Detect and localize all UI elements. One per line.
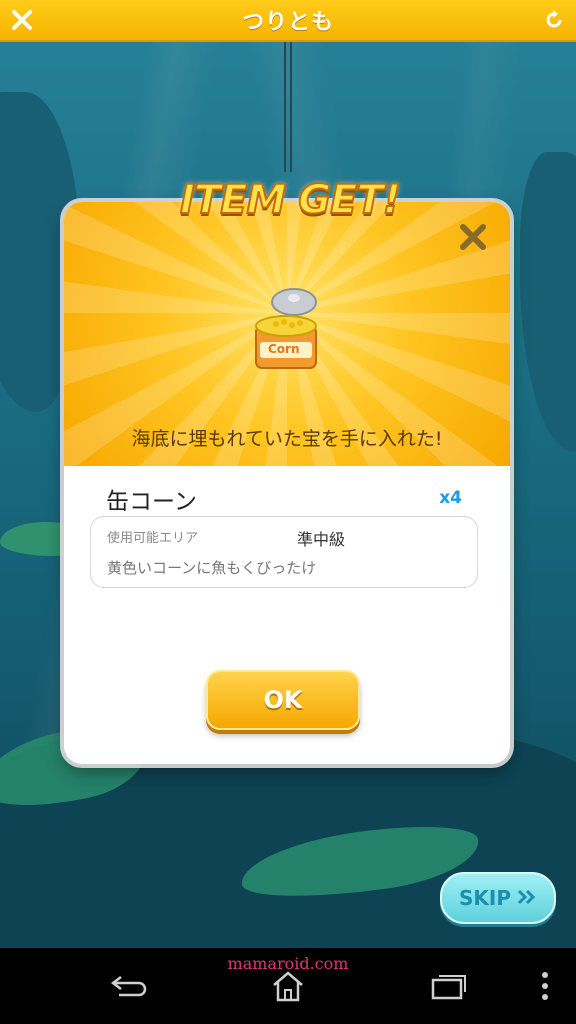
skip-button[interactable]: SKIP — [440, 872, 556, 924]
item-get-banner: ITEM GET! — [179, 176, 402, 224]
double-chevron-icon — [517, 886, 537, 910]
ok-button[interactable]: OK — [206, 670, 360, 730]
item-quantity: x4 — [439, 488, 462, 508]
skip-label: SKIP — [458, 886, 511, 910]
area-value: 準中級 — [297, 530, 346, 549]
app-title: つりとも — [241, 10, 334, 35]
canned-corn-icon: Corn — [250, 284, 326, 376]
app-header: つりとも — [0, 0, 576, 42]
can-label: Corn — [268, 342, 300, 356]
item-name: 缶コーン — [106, 489, 197, 515]
watermark: mamaroid.com — [227, 954, 349, 973]
item-info-box: 使用可能エリア 準中級 黄色いコーンに魚もくびったけ — [90, 516, 478, 588]
close-icon[interactable] — [6, 4, 38, 36]
result-message: 海底に埋もれていた宝を手に入れた! — [131, 428, 443, 450]
dialog-header: Corn 海底に埋もれていた宝を手に入れた! — [64, 202, 510, 466]
close-icon[interactable] — [456, 220, 490, 254]
refresh-icon[interactable] — [538, 4, 570, 36]
area-label: 使用可能エリア — [107, 531, 199, 546]
item-description: 黄色いコーンに魚もくびったけ — [107, 559, 317, 577]
item-get-dialog: Corn 海底に埋もれていた宝を手に入れた! 缶コーン x4 使用可能エリア 準… — [64, 202, 510, 764]
